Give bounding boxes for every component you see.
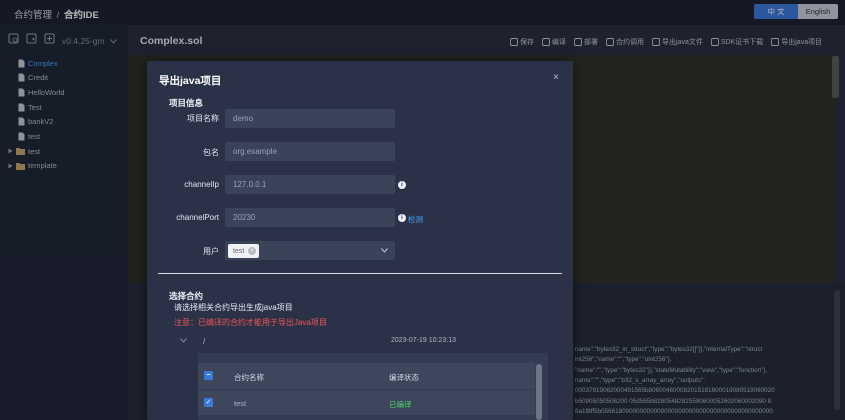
table-row[interactable]: ✓ test 已编译: [198, 389, 535, 415]
project-name-label: 项目名称: [187, 114, 219, 123]
channel-port-input[interactable]: 20230: [225, 208, 395, 227]
select-all-checkbox[interactable]: −: [204, 371, 213, 380]
group-path: /: [203, 337, 206, 346]
package-input[interactable]: org.example: [225, 142, 395, 161]
tag-close-icon[interactable]: ×: [248, 247, 257, 255]
project-name-input[interactable]: demo: [225, 109, 395, 128]
contract-table: − 合约名称 编译状态 ✓ test 已编译: [198, 353, 548, 420]
contract-name-cell: test: [234, 399, 247, 408]
group-date: 2023-07-19 10:23:13: [391, 337, 456, 344]
column-contract-name: 合约名称: [234, 373, 264, 382]
detect-link[interactable]: 检测: [408, 214, 423, 225]
divider: [158, 273, 562, 274]
table-header: − 合约名称 编译状态: [198, 363, 535, 389]
package-label: 包名: [203, 148, 219, 157]
modal-title: 导出java项目: [159, 75, 222, 87]
channel-ip-label: channelIp: [184, 180, 219, 189]
project-info-title: 项目信息: [169, 98, 204, 108]
close-icon[interactable]: ×: [553, 73, 563, 83]
column-compile-status: 编译状态: [389, 373, 419, 382]
select-contract-title: 选择合约: [169, 291, 204, 301]
compile-status-cell: 已编译: [389, 400, 412, 409]
chevron-down-icon: [381, 248, 388, 253]
user-tag: test ×: [228, 244, 260, 258]
info-icon[interactable]: i: [398, 181, 406, 189]
user-label: 用户: [203, 247, 219, 256]
user-tag-label: test: [233, 247, 245, 255]
contract-group-row[interactable]: [172, 333, 564, 351]
table-scrollbar[interactable]: [536, 364, 542, 420]
export-java-project-modal: 导出java项目 × 项目信息 项目名称 demo 包名 org.example…: [147, 61, 573, 420]
info-icon[interactable]: i: [398, 214, 406, 222]
chevron-down-icon[interactable]: [180, 338, 187, 343]
channel-port-label: channelPort: [176, 213, 219, 222]
compile-warning: 注意：已编译的合约才能用于导出Java项目: [174, 318, 327, 327]
channel-ip-input[interactable]: 127.0.0.1: [225, 175, 395, 194]
select-contract-hint: 请选择相关合约导出生成java项目: [174, 303, 293, 312]
row-checkbox[interactable]: ✓: [204, 398, 213, 407]
